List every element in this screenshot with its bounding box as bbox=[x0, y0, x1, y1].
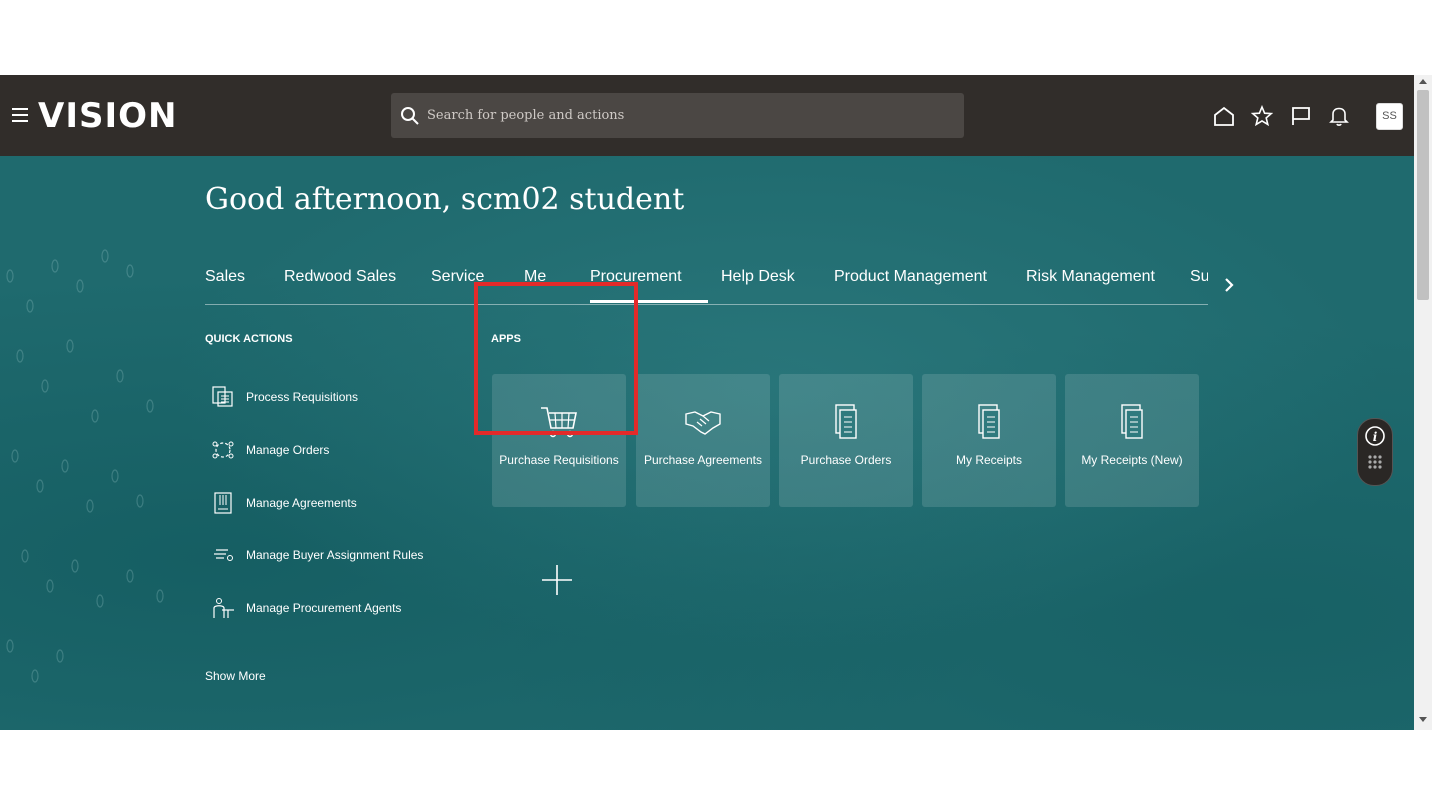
procurement-agents-icon bbox=[210, 595, 238, 621]
tile-label: My Receipts bbox=[955, 453, 1023, 467]
favorites-icon[interactable] bbox=[1251, 105, 1273, 127]
logo[interactable]: VISION bbox=[38, 96, 177, 136]
info-icon: i bbox=[1365, 426, 1385, 469]
tab-redwood-sales[interactable]: Redwood Sales bbox=[284, 268, 396, 286]
quick-action-label: Manage Orders bbox=[246, 443, 330, 457]
tile-purchase-requisitions[interactable]: Purchase Requisitions bbox=[492, 374, 626, 507]
scroll-up-arrow-icon[interactable] bbox=[1419, 79, 1427, 84]
watchlist-flag-icon[interactable] bbox=[1290, 105, 1312, 127]
manage-agreements-icon bbox=[210, 490, 238, 516]
quick-action-manage-orders[interactable]: Manage Orders bbox=[210, 437, 329, 463]
tab-me[interactable]: Me bbox=[524, 268, 546, 286]
buyer-rules-icon bbox=[210, 542, 238, 568]
quick-action-manage-procurement-agents[interactable]: Manage Procurement Agents bbox=[210, 595, 401, 621]
search-bar[interactable] bbox=[391, 93, 964, 138]
top-bar: VISION SS bbox=[0, 75, 1414, 156]
scrollbar[interactable] bbox=[1414, 75, 1432, 730]
scroll-thumb[interactable] bbox=[1417, 90, 1429, 300]
user-avatar[interactable]: SS bbox=[1376, 103, 1403, 130]
tab-strip: Sales Redwood Sales Service Me Procureme… bbox=[205, 268, 1208, 305]
quick-action-process-requisitions[interactable]: Process Requisitions bbox=[210, 384, 358, 410]
document-icon bbox=[1121, 404, 1143, 439]
notifications-bell-icon[interactable] bbox=[1328, 105, 1350, 127]
manage-orders-icon bbox=[210, 437, 238, 463]
apps-title: APPS bbox=[491, 333, 521, 345]
tab-procurement[interactable]: Procurement bbox=[590, 268, 708, 303]
process-requisitions-icon bbox=[210, 384, 238, 410]
quick-action-label: Manage Procurement Agents bbox=[246, 601, 402, 615]
scroll-down-arrow-icon[interactable] bbox=[1419, 717, 1427, 722]
greeting-heading: Good afternoon, scm02 student bbox=[205, 182, 685, 217]
handshake-icon bbox=[685, 411, 721, 435]
add-app-plus-icon[interactable] bbox=[541, 564, 573, 596]
menu-icon[interactable] bbox=[12, 108, 28, 122]
tile-purchase-agreements[interactable]: Purchase Agreements bbox=[636, 374, 770, 507]
quick-action-manage-buyer-assignment-rules[interactable]: Manage Buyer Assignment Rules bbox=[210, 542, 423, 568]
tile-purchase-orders[interactable]: Purchase Orders bbox=[779, 374, 913, 507]
svg-text:i: i bbox=[1373, 430, 1378, 444]
home-icon[interactable] bbox=[1213, 105, 1235, 127]
quick-action-manage-agreements[interactable]: Manage Agreements bbox=[210, 490, 357, 516]
search-input[interactable] bbox=[427, 93, 947, 138]
tab-product-management[interactable]: Product Management bbox=[834, 268, 987, 286]
quick-actions-title: QUICK ACTIONS bbox=[205, 333, 293, 345]
info-keypad-widget[interactable]: i bbox=[1357, 418, 1393, 486]
document-icon bbox=[978, 404, 1000, 439]
tile-my-receipts-new[interactable]: My Receipts (New) bbox=[1065, 374, 1199, 507]
cart-icon bbox=[541, 407, 577, 438]
tile-my-receipts[interactable]: My Receipts bbox=[922, 374, 1056, 507]
tab-truncated[interactable]: Su bbox=[1190, 268, 1208, 286]
quick-action-label: Process Requisitions bbox=[246, 390, 359, 404]
quick-action-label: Manage Buyer Assignment Rules bbox=[246, 548, 424, 562]
chevron-right-icon[interactable] bbox=[1222, 276, 1236, 294]
tile-label: Purchase Agreements bbox=[643, 453, 763, 467]
quick-action-label: Manage Agreements bbox=[246, 496, 357, 510]
tab-risk-management[interactable]: Risk Management bbox=[1026, 268, 1155, 286]
show-more-link[interactable]: Show More bbox=[205, 669, 266, 683]
tab-service[interactable]: Service bbox=[431, 268, 484, 286]
document-icon bbox=[835, 404, 857, 439]
app-window: VISION SS Good afternoon, scm02 student … bbox=[0, 75, 1414, 730]
tile-label: My Receipts (New) bbox=[1081, 453, 1183, 467]
tile-label: Purchase Orders bbox=[800, 453, 892, 467]
avatar-initials: SS bbox=[1382, 110, 1397, 122]
tab-sales[interactable]: Sales bbox=[205, 268, 245, 286]
springboard: Good afternoon, scm02 student Sales Redw… bbox=[0, 156, 1414, 730]
search-icon bbox=[401, 107, 419, 125]
tab-help-desk[interactable]: Help Desk bbox=[721, 268, 795, 286]
tile-label: Purchase Requisitions bbox=[499, 453, 619, 467]
